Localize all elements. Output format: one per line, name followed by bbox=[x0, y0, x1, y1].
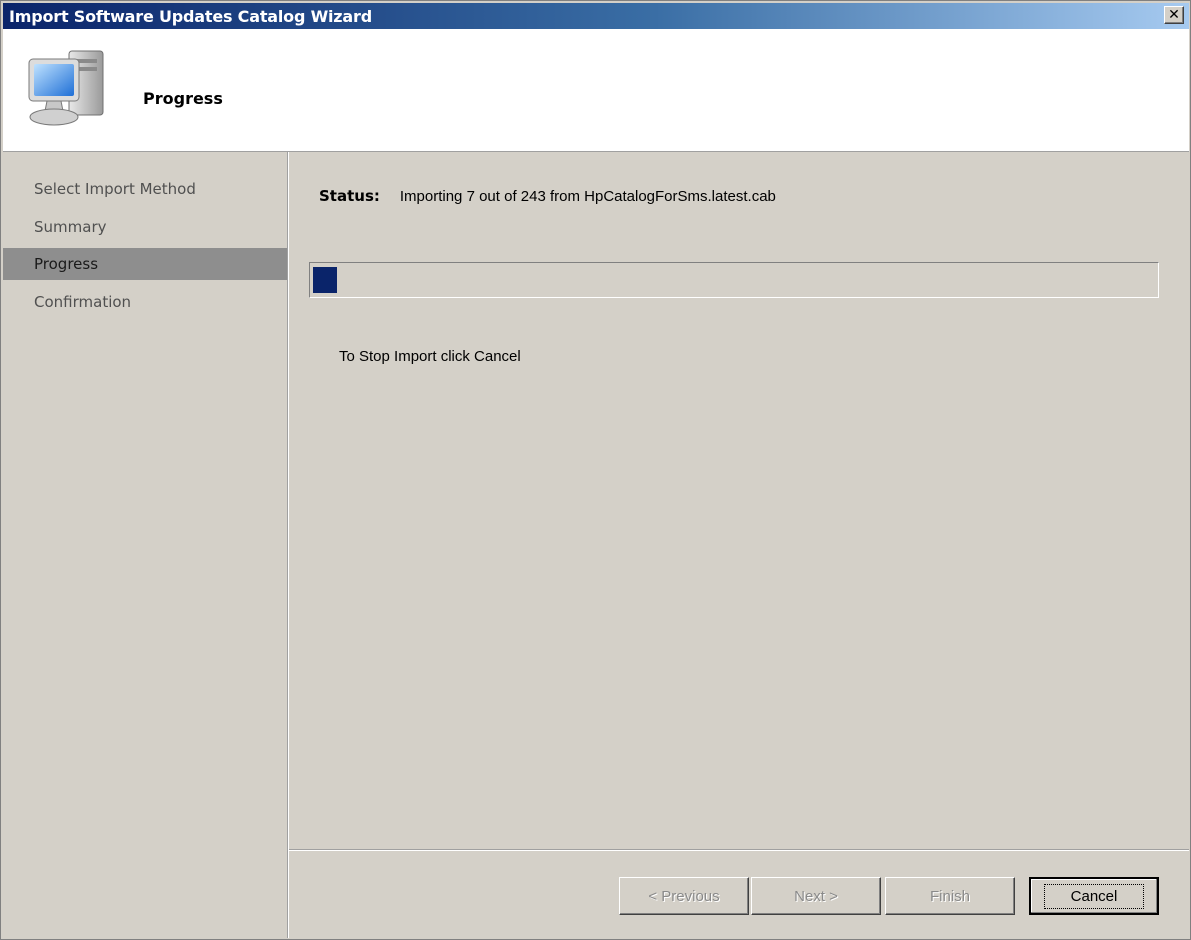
cancel-hint: To Stop Import click Cancel bbox=[339, 348, 521, 365]
next-button[interactable]: Next > bbox=[751, 877, 881, 915]
cancel-button[interactable]: Cancel bbox=[1029, 877, 1159, 915]
computer-icon bbox=[28, 50, 104, 126]
step-progress[interactable]: Progress bbox=[3, 248, 287, 280]
status-label: Status: bbox=[319, 187, 380, 205]
finish-button[interactable]: Finish bbox=[885, 877, 1015, 915]
page-title: Progress bbox=[143, 89, 223, 108]
progress-fill bbox=[313, 267, 337, 293]
title-bar[interactable]: Import Software Updates Catalog Wizard ✕ bbox=[3, 3, 1189, 29]
import-progress-bar bbox=[309, 262, 1159, 298]
wizard-content: Status: Importing 7 out of 243 from HpCat… bbox=[289, 152, 1189, 849]
wizard-steps-sidebar: Select Import Method Summary Progress Co… bbox=[3, 152, 288, 938]
step-summary[interactable]: Summary bbox=[3, 211, 287, 243]
step-select-import-method[interactable]: Select Import Method bbox=[3, 173, 287, 205]
close-icon: ✕ bbox=[1168, 7, 1180, 23]
footer-divider bbox=[289, 849, 1189, 851]
status-row: Status: Importing 7 out of 243 from HpCat… bbox=[319, 187, 776, 205]
wizard-header: Progress bbox=[3, 29, 1189, 152]
status-text: Importing 7 out of 243 from HpCatalogFor… bbox=[399, 188, 776, 205]
window-title: Import Software Updates Catalog Wizard bbox=[9, 6, 372, 26]
wizard-window: Import Software Updates Catalog Wizard ✕ bbox=[0, 0, 1191, 940]
step-confirmation[interactable]: Confirmation bbox=[3, 286, 287, 318]
close-button[interactable]: ✕ bbox=[1164, 6, 1184, 24]
cancel-button-label: Cancel bbox=[1043, 883, 1145, 909]
previous-button[interactable]: < Previous bbox=[619, 877, 749, 915]
